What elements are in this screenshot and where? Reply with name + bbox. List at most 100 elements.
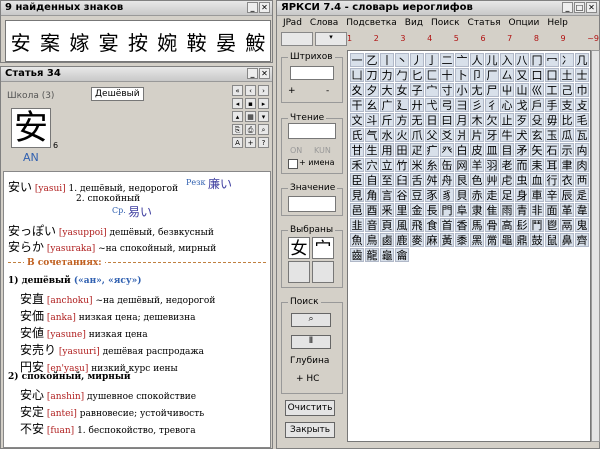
down-icon[interactable]: ▾ xyxy=(258,111,269,122)
radical-cell[interactable]: 巾 xyxy=(575,83,589,97)
radical-cell[interactable]: 血 xyxy=(530,173,544,187)
radical-cell[interactable]: 色 xyxy=(470,173,484,187)
home-icon[interactable]: ▪ xyxy=(245,98,256,109)
radical-cell[interactable]: 凵 xyxy=(350,68,364,82)
radical-cell[interactable]: 龍 xyxy=(365,248,379,262)
menu-item[interactable]: Поиск xyxy=(431,16,460,30)
radical-cell[interactable]: 心 xyxy=(500,98,514,112)
column-number[interactable]: 3 xyxy=(400,34,405,46)
radical-cell[interactable]: 阜 xyxy=(455,203,469,217)
found-kanji[interactable]: 晏 xyxy=(216,27,236,56)
radical-cell[interactable]: 高 xyxy=(500,218,514,232)
radical-cell[interactable]: 丨 xyxy=(380,53,394,67)
radical-cell[interactable]: 黑 xyxy=(470,233,484,247)
radical-cell[interactable]: 隶 xyxy=(470,203,484,217)
found-kanji[interactable]: 鞍 xyxy=(187,27,207,56)
radical-cell[interactable]: 癶 xyxy=(440,143,454,157)
radical-cell[interactable]: 乙 xyxy=(365,53,379,67)
radical-cell[interactable]: 音 xyxy=(365,218,379,232)
radical-cell[interactable]: 干 xyxy=(350,98,364,112)
radical-cell[interactable]: 羊 xyxy=(470,158,484,172)
menu-item[interactable]: Help xyxy=(547,16,568,30)
radical-cell[interactable]: 女 xyxy=(395,83,409,97)
radical-cell[interactable]: 卩 xyxy=(470,68,484,82)
maximize-icon[interactable]: □ xyxy=(574,2,585,13)
close-icon[interactable]: ✕ xyxy=(259,2,270,13)
radical-cell[interactable]: 一 xyxy=(350,53,364,67)
strokes-plus-button[interactable]: + xyxy=(288,86,296,96)
radical-cell[interactable]: 角 xyxy=(365,188,379,202)
radical-cell[interactable]: 尸 xyxy=(485,83,499,97)
radical-cell[interactable]: 弋 xyxy=(425,98,439,112)
minimize-icon[interactable]: _ xyxy=(247,2,258,13)
radical-cell[interactable]: 巛 xyxy=(530,83,544,97)
radical-cell[interactable]: 戶 xyxy=(530,98,544,112)
radical-cell[interactable]: 襾 xyxy=(575,173,589,187)
radical-cell[interactable]: 身 xyxy=(515,188,529,202)
print-icon[interactable]: ⎙ xyxy=(245,124,256,135)
radical-cell[interactable]: 香 xyxy=(455,218,469,232)
radical-cell[interactable]: 寸 xyxy=(440,83,454,97)
grid-scrollbar[interactable] xyxy=(591,50,600,442)
radical-cell[interactable]: 禸 xyxy=(575,143,589,157)
radical-cell[interactable]: 革 xyxy=(560,203,574,217)
radical-cell[interactable]: 黽 xyxy=(500,233,514,247)
radical-cell[interactable]: 山 xyxy=(515,83,529,97)
strokes-input[interactable] xyxy=(290,66,334,80)
radical-cell[interactable]: 冖 xyxy=(545,53,559,67)
radical-cell[interactable]: 鬯 xyxy=(545,218,559,232)
radical-cell[interactable]: 馬 xyxy=(470,218,484,232)
radical-cell[interactable]: 彡 xyxy=(470,98,484,112)
radical-cell[interactable]: 虍 xyxy=(500,173,514,187)
kun-toggle[interactable]: KUN xyxy=(314,146,331,155)
radical-cell[interactable]: 人 xyxy=(470,53,484,67)
radical-cell[interactable]: 尢 xyxy=(470,83,484,97)
radical-cell[interactable]: 黹 xyxy=(485,233,499,247)
column-number[interactable]: 1 xyxy=(347,34,352,46)
radical-cell[interactable]: 甘 xyxy=(350,143,364,157)
radical-cell[interactable]: 聿 xyxy=(560,158,574,172)
radical-cell[interactable]: 支 xyxy=(560,98,574,112)
radical-cell[interactable]: 匚 xyxy=(425,68,439,82)
radical-cell[interactable]: 赤 xyxy=(470,188,484,202)
radical-cell[interactable]: 入 xyxy=(500,53,514,67)
radical-cell[interactable]: 歹 xyxy=(515,113,529,127)
ns-label[interactable]: + НС xyxy=(296,374,319,384)
radical-cell[interactable]: 雨 xyxy=(500,203,514,217)
radical-cell[interactable]: 缶 xyxy=(440,158,454,172)
meaning-input[interactable] xyxy=(288,196,336,212)
radical-cell[interactable]: 舛 xyxy=(425,173,439,187)
radical-cell[interactable]: 工 xyxy=(545,83,559,97)
radical-cell[interactable]: 田 xyxy=(395,143,409,157)
radical-cell[interactable]: 至 xyxy=(380,173,394,187)
radical-cell[interactable]: 十 xyxy=(440,68,454,82)
radical-cell[interactable]: 火 xyxy=(395,128,409,142)
found-kanji[interactable]: 案 xyxy=(40,27,60,56)
radical-cell[interactable]: 面 xyxy=(545,203,559,217)
radical-cell[interactable]: 門 xyxy=(440,203,454,217)
radical-cell[interactable]: 青 xyxy=(515,203,529,217)
radical-cell[interactable]: 夕 xyxy=(365,83,379,97)
radical-cell[interactable]: 瓦 xyxy=(575,128,589,142)
selected-slot[interactable] xyxy=(312,261,334,283)
chevron-down-icon[interactable]: ▾ xyxy=(315,32,347,46)
radical-cell[interactable]: 丿 xyxy=(410,53,424,67)
radical-cell[interactable]: 斗 xyxy=(365,113,379,127)
radical-cell[interactable]: 鬲 xyxy=(560,218,574,232)
radical-cell[interactable]: 亅 xyxy=(425,53,439,67)
radical-cell[interactable]: 屮 xyxy=(500,83,514,97)
radical-cell[interactable]: 耳 xyxy=(545,158,559,172)
meaning-tag[interactable]: Дешёвый xyxy=(91,87,144,101)
radical-cell[interactable]: 貝 xyxy=(455,188,469,202)
radical-cell[interactable]: 刀 xyxy=(365,68,379,82)
radical-cell[interactable]: 卜 xyxy=(455,68,469,82)
radical-cell[interactable]: 耒 xyxy=(530,158,544,172)
radical-cell[interactable]: 疋 xyxy=(410,143,424,157)
radical-cell[interactable]: 厂 xyxy=(485,68,499,82)
radical-cell[interactable]: 齒 xyxy=(350,248,364,262)
menu-item[interactable]: Слова xyxy=(310,16,338,30)
radical-cell[interactable]: 韋 xyxy=(575,203,589,217)
radical-cell[interactable]: 頁 xyxy=(380,218,394,232)
radical-cell[interactable]: 豕 xyxy=(425,188,439,202)
radical-cell[interactable]: 豸 xyxy=(440,188,454,202)
